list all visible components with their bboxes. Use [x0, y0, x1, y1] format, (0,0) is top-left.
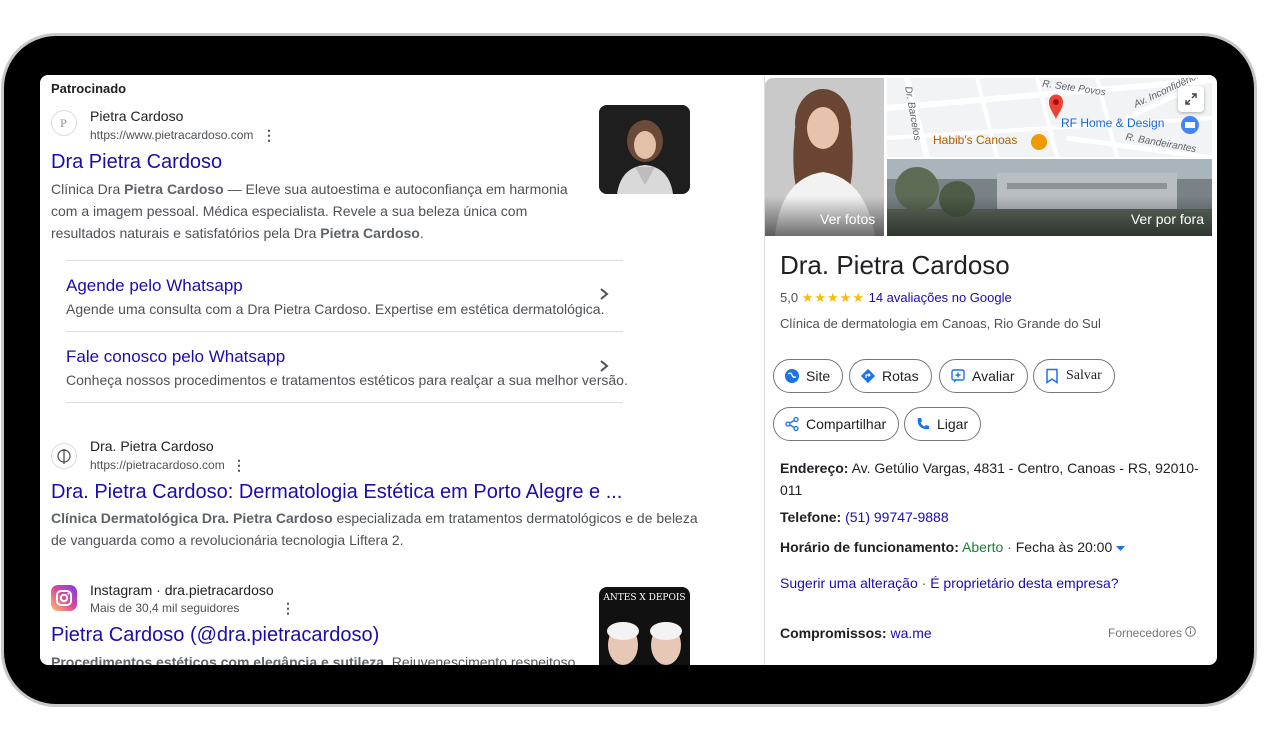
- instagram-icon[interactable]: [51, 585, 77, 611]
- sitelink-fale-title[interactable]: Fale conosco pelo Whatsapp: [66, 347, 285, 367]
- map-place-label: RF Home & Design: [1061, 116, 1165, 130]
- directions-icon: [860, 368, 876, 384]
- address-label: Endereço:: [780, 460, 849, 476]
- result3-site-name[interactable]: Instagram · dra.pietracardoso: [90, 582, 274, 598]
- map-thumbnail[interactable]: R. Sete Povos Av. Inconfidência Dr. Barc…: [887, 78, 1212, 157]
- rating-row: 5,0 ★★★★★ 14 avaliações no Google: [780, 290, 1012, 306]
- suggest-edit-link[interactable]: Sugerir uma alteração: [780, 575, 918, 591]
- appointments-label: Compromissos:: [780, 625, 887, 641]
- ad-favicon[interactable]: P: [51, 110, 77, 136]
- chevron-right-icon[interactable]: [599, 357, 609, 378]
- map-place-label: Habib's Canoas: [933, 133, 1018, 147]
- sitelink-divider: [66, 260, 623, 261]
- sitelink-divider: [66, 402, 623, 403]
- globe-icon: [784, 368, 800, 384]
- chevron-right-icon[interactable]: [599, 285, 609, 306]
- address-value[interactable]: Av. Getúlio Vargas, 4831 - Centro, Canoa…: [852, 460, 1199, 476]
- ad-more-icon[interactable]: ⋮: [262, 127, 276, 144]
- directions-button[interactable]: Rotas: [849, 359, 932, 393]
- sitelink-fale-desc: Conheça nossos procedimentos e tratament…: [66, 372, 628, 388]
- ad-url[interactable]: https://www.pietracardoso.com: [90, 128, 253, 142]
- phone-link[interactable]: (51) 99747-9888: [845, 509, 949, 525]
- appointments-link[interactable]: wa.me: [890, 625, 931, 641]
- expand-map-icon[interactable]: [1178, 86, 1204, 112]
- business-title: Dra. Pietra Cardoso: [780, 250, 1010, 280]
- result2-url[interactable]: https://pietracardoso.com: [90, 458, 225, 472]
- result2-site-name[interactable]: Dra. Pietra Cardoso: [90, 438, 214, 454]
- hours-close: Fecha às 20:00: [1015, 539, 1113, 555]
- hours-status: Aberto: [962, 539, 1004, 555]
- info-icon[interactable]: [1185, 626, 1197, 640]
- call-button[interactable]: Ligar: [904, 407, 982, 441]
- result3-followers: Mais de 30,4 mil seguidores: [90, 601, 240, 615]
- phone-icon: [915, 416, 931, 432]
- bookmark-icon: [1044, 368, 1060, 384]
- sitelink-agende-title[interactable]: Agende pelo Whatsapp: [66, 276, 243, 296]
- suppliers-label: Fornecedores: [1108, 626, 1183, 640]
- edit-links-row: Sugerir uma alteração · É proprietário d…: [780, 575, 1119, 591]
- share-icon: [784, 416, 800, 432]
- sitelink-divider: [66, 331, 623, 332]
- save-button[interactable]: Salvar: [1033, 359, 1115, 393]
- hours-row[interactable]: Horário de funcionamento: Aberto · Fecha…: [780, 536, 1126, 558]
- star-rating-icon: ★★★★★: [801, 290, 865, 305]
- ad-site-name[interactable]: Pietra Cardoso: [90, 108, 183, 124]
- phone-label: Telefone:: [780, 509, 842, 525]
- ad-snippet: Clínica Dra Pietra Cardoso — Eleve sua a…: [51, 181, 568, 241]
- thumb-caption: ANTES X DEPOIS: [603, 593, 686, 603]
- view-exterior-label[interactable]: Ver por fora: [1131, 211, 1204, 227]
- ad-title-link[interactable]: Dra Pietra Cardoso: [51, 151, 222, 174]
- appointments-row: Compromissos: wa.me: [780, 622, 932, 644]
- before-after-faces-icon: [607, 622, 682, 665]
- result2-snippet: Clínica Dermatológica Dra. Pietra Cardos…: [51, 510, 698, 548]
- result2-title-link[interactable]: Dra. Pietra Cardoso: Dermatologia Estéti…: [51, 481, 622, 504]
- owner-photo[interactable]: Ver fotos: [765, 78, 884, 236]
- knowledge-panel: Ver fotos R. Sete Povos Av. Inconfidênci…: [764, 75, 1217, 665]
- phone-row: Telefone: (51) 99747-9888: [780, 506, 949, 528]
- browser-screen: Patrocinado P Pietra Cardoso https://www…: [40, 75, 1217, 665]
- hours-label: Horário de funcionamento:: [780, 539, 959, 555]
- address-row: Endereço: Av. Getúlio Vargas, 4831 - Cen…: [780, 457, 1200, 501]
- result2-favicon[interactable]: [51, 443, 77, 469]
- rating-value: 5,0: [780, 290, 799, 305]
- exterior-photo[interactable]: Ver por fora: [887, 159, 1212, 236]
- share-button[interactable]: Compartilhar: [773, 407, 900, 441]
- suppliers-row[interactable]: Fornecedores: [1108, 626, 1197, 640]
- result2-more-icon[interactable]: ⋮: [232, 457, 246, 474]
- result3-snippet: Procedimentos estéticos com elegância e …: [51, 654, 580, 665]
- view-photos-label[interactable]: Ver fotos: [820, 211, 875, 227]
- ad-thumbnail[interactable]: [599, 105, 690, 194]
- address-value-cont[interactable]: 011: [780, 482, 802, 498]
- caret-down-icon[interactable]: [1116, 539, 1126, 555]
- pc-monogram-icon: [57, 449, 71, 464]
- business-category: Clínica de dermatologia em Canoas, Rio G…: [780, 316, 1101, 331]
- site-button[interactable]: Site: [773, 359, 844, 393]
- sponsored-label: Patrocinado: [51, 81, 127, 96]
- add-review-icon: [950, 368, 966, 384]
- svg-text:P: P: [60, 119, 67, 130]
- result3-title-link[interactable]: Pietra Cardoso (@dra.pietracardoso): [51, 624, 379, 647]
- result3-more-icon[interactable]: ⋮: [281, 600, 295, 617]
- sitelink-agende-desc: Agende uma consulta com a Dra Pietra Car…: [66, 301, 605, 317]
- result3-thumbnail[interactable]: ANTES X DEPOIS: [599, 587, 690, 665]
- owner-link[interactable]: É proprietário desta empresa?: [930, 575, 1118, 591]
- pietra-logo-icon: P: [60, 119, 67, 130]
- review-button[interactable]: Avaliar: [939, 359, 1028, 393]
- woman-portrait-icon: [599, 105, 690, 194]
- reviews-link[interactable]: 14 avaliações no Google: [869, 290, 1012, 305]
